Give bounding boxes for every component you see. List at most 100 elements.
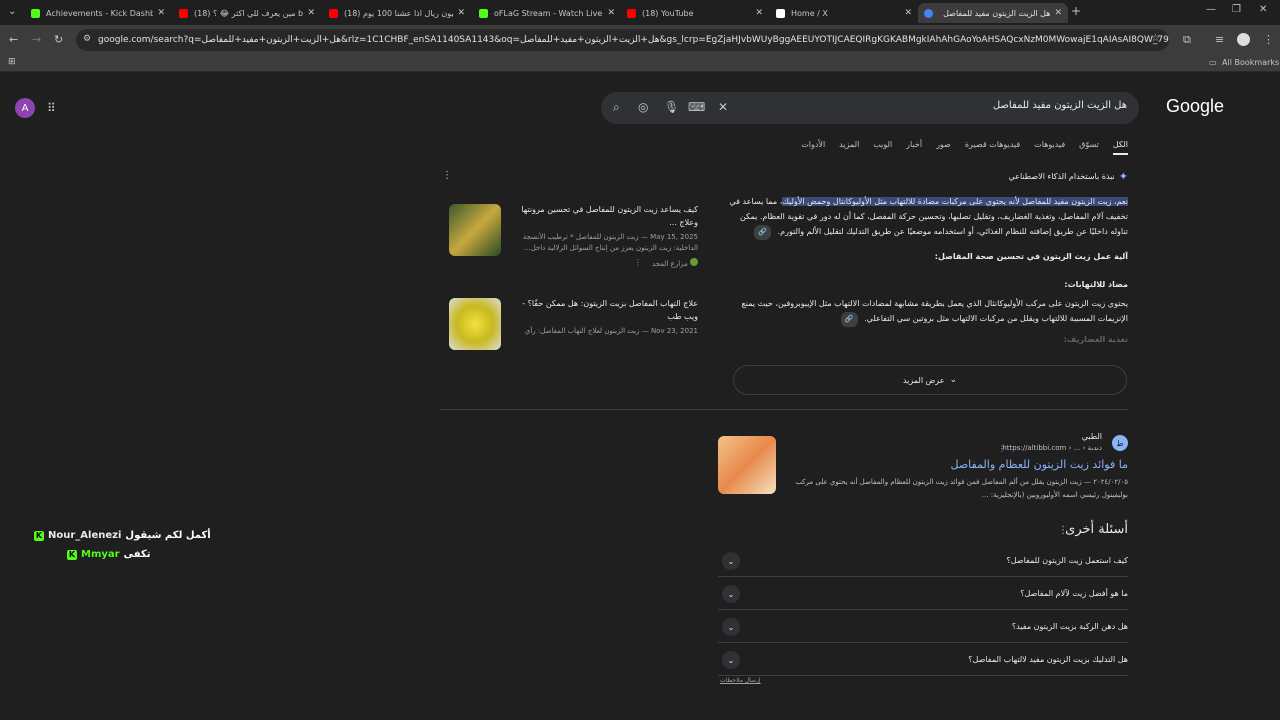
ai-overview-paragraph: نعم، زيت الزيتون مفيد للمفاصل لأنه يحتوي… (728, 194, 1128, 240)
address-bar[interactable]: ⚙ google.com/search?q=هل+الزيت+الزيتون+م… (76, 29, 1169, 51)
x-icon (776, 8, 785, 18)
feedback-link[interactable]: إرسال ملاحظات (720, 677, 761, 684)
tab-web[interactable]: الويب (873, 140, 892, 155)
chat-text: أكمل لكم شيقول (125, 530, 211, 541)
more-options-icon[interactable]: ⋮ (442, 170, 452, 181)
show-more-button[interactable]: عرض المزيد ⌄ (733, 365, 1127, 395)
paa-question[interactable]: كيف استعمل زيت الزيتون للمفاصل؟ ⌄ (718, 544, 1128, 577)
kick-badge-icon: K (67, 549, 77, 560)
source-favicon-icon (690, 258, 698, 266)
menu-icon[interactable]: ⋮ (1263, 33, 1274, 46)
new-tab-icon[interactable]: + (1071, 4, 1081, 18)
avatar[interactable]: A (15, 98, 35, 118)
ai-highlight-text: نعم، زيت الزيتون مفيد للمفاصل لأنه يحتوي… (782, 197, 1128, 206)
search-box: ⌕ ◎ 🎙 ⌨ ✕ (601, 92, 1139, 124)
window-close-icon[interactable]: ✕ (1259, 4, 1267, 15)
bookmark-star-icon[interactable]: ☆ (1151, 33, 1160, 44)
browser-tab-bar: ⌄ Achievements - Kick Dashboard✕ (18) مي… (0, 0, 1280, 25)
search-tabs: الكل تسوّق فيديوهات فيديوهات قصيرة صور أ… (801, 140, 1128, 155)
keyboard-icon[interactable]: ⌨ (688, 100, 705, 114)
ai-subheading: آلية عمل زيت الزيتون في تحسين صحة المفاص… (934, 252, 1128, 261)
link-icon[interactable]: 🔗 (840, 312, 858, 327)
site-info-icon[interactable]: ⚙ (83, 34, 91, 44)
tab-0[interactable]: Achievements - Kick Dashboard✕ (25, 3, 171, 23)
tab-tools[interactable]: الأدوات (801, 140, 825, 155)
tab-all[interactable]: الكل (1112, 140, 1128, 155)
paa-question[interactable]: ما هو أفضل زيت لآلام المفاصل؟ ⌄ (718, 577, 1128, 610)
tab-images[interactable]: صور (936, 140, 951, 155)
ai-subheading-3: تغذية الغضاريف: (1063, 335, 1128, 344)
paa-title: أسئلة أخرى (1065, 522, 1128, 537)
search-results-page: A ⠿ Google ⌕ ◎ 🎙 ⌨ ✕ الكل تسوّق فيديوهات… (0, 72, 1280, 720)
tab-news[interactable]: أخبار (906, 140, 922, 155)
close-icon[interactable]: ✕ (755, 8, 763, 18)
ai-overview-title: نبذة باستخدام الذكاء الاصطناعي (1008, 172, 1115, 181)
tab-more[interactable]: المزيد (839, 140, 859, 155)
more-icon[interactable]: ⋮ (634, 258, 642, 267)
tab-search-icon[interactable]: ⌄ (8, 6, 16, 17)
kick-icon (479, 8, 488, 18)
show-more-label: عرض المزيد (902, 375, 945, 385)
close-icon[interactable]: ✕ (457, 8, 465, 18)
chat-message: K Mmyar تكفى (67, 549, 150, 560)
youtube-icon (627, 8, 636, 18)
more-icon[interactable]: ⋮ (998, 444, 1006, 453)
source-title-2: علاج التهاب المفاصل بزيت الزيتون: هل ممك… (522, 299, 698, 321)
tab-6[interactable]: هل الزيت الزيتون مفيد للمفاصل ✕ (918, 3, 1068, 23)
tab-1[interactable]: (18) مين يعرف للي اكثر 😂 ؟ be✕ (173, 3, 321, 23)
close-icon[interactable]: ✕ (607, 8, 615, 18)
extensions-icon[interactable]: ⧉ (1183, 33, 1191, 47)
link-icon[interactable]: 🔗 (754, 225, 772, 240)
ai-paragraph-2: يحتوي زيت الزيتون على مركب الأوليوكانثال… (728, 296, 1128, 327)
paa-question[interactable]: هل دهن الركبة بزيت الزيتون مفيد؟ ⌄ (718, 610, 1128, 643)
maximize-icon[interactable]: ❐ (1232, 4, 1241, 15)
chat-message: K Nour_Alenezi أكمل لكم شيقول (34, 530, 211, 541)
kick-badge-icon: K (34, 530, 44, 541)
paa-question[interactable]: هل التدليك بزيت الزيتون مفيد لالتهاب الم… (718, 643, 1128, 676)
youtube-icon (179, 8, 188, 18)
search-result[interactable]: ط الطبي https://altibbi.com › ... › دندب… (718, 430, 1128, 510)
reload-icon[interactable]: ↻ (54, 33, 63, 46)
source-card[interactable]: كيف يساعد زيت الزيتون للمفاصل في تحسين م… (446, 198, 708, 268)
tab-3[interactable]: oFLaG Stream - Watch Live on K✕ (473, 3, 621, 23)
all-bookmarks-link[interactable]: All Bookmarks (1222, 58, 1279, 67)
search-input[interactable] (757, 100, 1127, 111)
chevron-down-icon: ⌄ (722, 618, 740, 636)
tab-shopping[interactable]: تسوّق (1079, 140, 1099, 155)
result-title-link[interactable]: ما فوائد زيت الزيتون للعظام والمفاصل (950, 458, 1128, 471)
google-apps-icon[interactable]: ⠿ (47, 101, 56, 115)
paa-more-icon[interactable]: ⋮ (1058, 525, 1068, 536)
chevron-down-icon: ⌄ (722, 552, 740, 570)
search-icon[interactable]: ⌕ (613, 100, 620, 115)
tab-4[interactable]: (18) YouTube ✕ (621, 3, 769, 23)
forward-icon[interactable]: → (32, 33, 41, 46)
tab-5[interactable]: Home / X ✕ (770, 3, 918, 23)
sparkle-icon: ✦ (1118, 170, 1128, 183)
clear-icon[interactable]: ✕ (718, 100, 728, 114)
minimize-icon[interactable]: — (1206, 4, 1216, 15)
ai-text-2: يحتوي زيت الزيتون على مركب الأوليوكانثال… (741, 299, 1128, 323)
source-snippet: May 15, 2025 — زيت الزيتون للمفاصل * ترط… (522, 233, 698, 252)
tab-2[interactable]: (18) مليون ريال اذا عشنا 100 يوم✕ (323, 3, 471, 23)
chevron-down-icon: ⌄ (722, 651, 740, 669)
mic-icon[interactable]: 🎙 (664, 100, 679, 114)
back-icon[interactable]: ← (9, 33, 18, 46)
divider (440, 409, 1128, 410)
result-snippet: ٢٠٢٤/٠٢/٠٥ — زيت الزيتون يقلل من ألم الم… (795, 478, 1128, 499)
result-url: https://altibbi.com › ... › دندبة (1002, 444, 1102, 452)
apps-grid-icon[interactable]: ⊞ (8, 57, 16, 67)
lens-icon[interactable]: ◎ (638, 100, 648, 114)
google-logo[interactable]: Google (1166, 96, 1224, 117)
source-card-2[interactable]: علاج التهاب المفاصل بزيت الزيتون: هل ممك… (446, 292, 708, 350)
close-icon[interactable]: ✕ (307, 8, 315, 18)
tab-videos[interactable]: فيديوهات (1034, 140, 1065, 155)
profile-icon[interactable] (1237, 33, 1250, 46)
close-icon[interactable]: ✕ (904, 8, 912, 18)
source-thumbnail (449, 204, 501, 256)
browser-toolbar: ← → ↻ ⚙ google.com/search?q=هل+الزيت+الز… (0, 25, 1280, 55)
close-icon[interactable]: ✕ (1054, 8, 1062, 18)
close-icon[interactable]: ✕ (157, 8, 165, 18)
media-icon[interactable]: ≡ (1215, 33, 1224, 46)
chat-username: Mmyar (81, 549, 120, 560)
tab-short-videos[interactable]: فيديوهات قصيرة (965, 140, 1020, 155)
